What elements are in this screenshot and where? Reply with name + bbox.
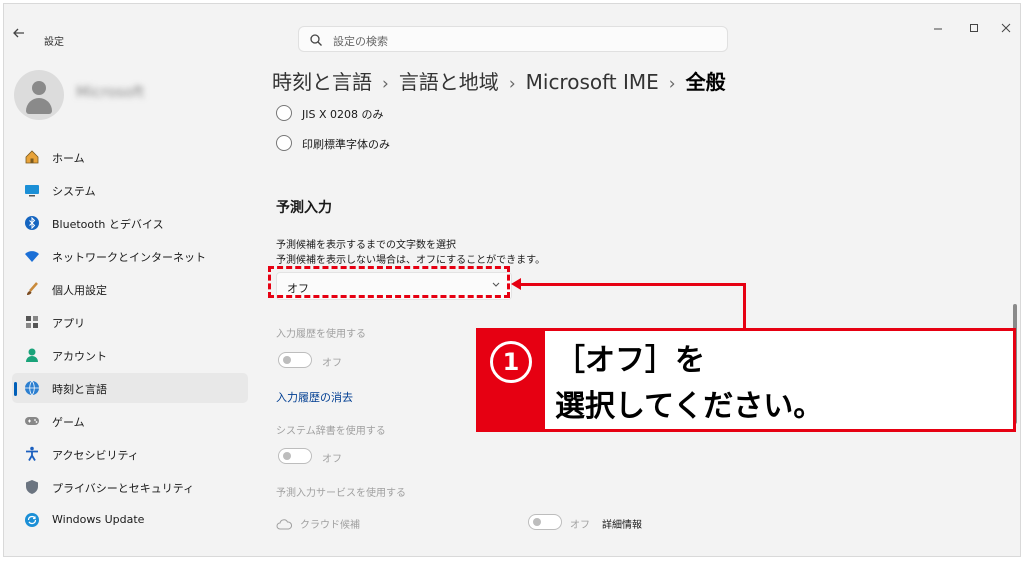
history-toggle-label: オフ [322,358,342,369]
sidebar-item-privacy[interactable]: プライバシーとセキュリティ [12,472,248,502]
title-bar: 設定 設定の検索 [4,4,1020,52]
minimize-icon [934,28,942,30]
brush-icon [24,281,40,297]
sidebar-item-gaming[interactable]: ゲーム [12,406,248,436]
prediction-description-sub: 予測候補を表示しない場合は、オフにすることができます。 [276,255,546,266]
sidebar-item-home[interactable]: ホーム [12,142,248,172]
breadcrumb-separator: › [382,74,389,94]
radio-label: 印刷標準字体のみ [302,138,390,151]
history-toggle[interactable] [278,352,312,368]
radio-button[interactable] [276,135,292,151]
search-placeholder: 設定の検索 [333,35,388,48]
history-label: 入力履歴を使用する [276,329,366,340]
prediction-service-label: 予測入力サービスを使用する [276,488,406,499]
sidebar-item-system[interactable]: システム [12,175,248,205]
system-dictionary-toggle-label: オフ [322,454,342,465]
search-icon [310,34,322,46]
sidebar-item-label: 個人用設定 [52,284,107,297]
back-button[interactable] [12,26,32,46]
avatar[interactable] [14,70,64,120]
avatar-body [26,98,52,114]
sidebar-item-label: プライバシーとセキュリティ [52,482,195,495]
cloud-icon [276,515,292,534]
toggle-knob [283,356,291,364]
sidebar-item-label: システム [52,185,96,198]
step-number: 1 [490,341,532,383]
instruction-line2: 選択してください。 [555,389,824,424]
step-number-box: 1 [479,331,545,429]
sidebar-item-label: ホーム [52,152,85,165]
search-box[interactable]: 設定の検索 [298,26,728,52]
maximize-icon [970,24,978,32]
wifi-icon [24,248,40,264]
update-icon [24,512,40,528]
highlight-box [268,266,510,298]
system-dictionary-label: システム辞書を使用する [276,426,386,437]
sidebar-item-bluetooth[interactable]: Bluetooth とデバイス [12,208,248,238]
app-title: 設定 [44,37,64,48]
toggle-knob [283,452,291,460]
maximize-button[interactable] [964,22,984,42]
breadcrumb-item[interactable]: Microsoft IME [526,70,659,94]
sidebar-item-label: Windows Update [52,513,145,526]
arrow-head-icon [511,278,521,290]
shield-icon [24,479,40,495]
breadcrumb-separator: › [508,74,516,94]
home-icon [24,149,40,165]
apps-icon [24,314,40,330]
callout-arrow-connector [743,283,746,329]
account-name: Microsoft [76,83,145,101]
avatar-head [32,81,46,95]
instruction-line1: ［オフ］を [555,343,705,378]
globe-clock-icon [24,380,40,396]
sidebar: Microsoft ホーム システム Bluetooth とデバイス ネットワー… [4,60,254,556]
person-icon [24,347,40,363]
sidebar-item-label: アプリ [52,317,85,330]
instruction-callout: 1 ［オフ］を 選択してください。 [476,328,1016,432]
sidebar-item-label: ゲーム [52,416,85,429]
callout-arrow-line [520,283,746,286]
active-indicator [14,382,17,396]
sidebar-item-label: 時刻と言語 [52,383,107,396]
sidebar-item-network[interactable]: ネットワークとインターネット [12,241,248,271]
cloud-candidates-label: クラウド候補 [300,520,360,531]
prediction-description: 予測候補を表示するまでの文字数を選択 [276,240,456,251]
toggle-knob [533,518,541,526]
breadcrumb-item[interactable]: 言語と地域 [399,70,499,94]
back-arrow-icon [13,28,24,38]
clear-history-link[interactable]: 入力履歴の消去 [276,389,353,405]
minimize-button[interactable] [928,22,948,42]
cloud-toggle-label: オフ [570,520,590,531]
close-icon [1001,23,1011,33]
sidebar-item-label: アクセシビリティ [52,449,139,462]
sidebar-item-accessibility[interactable]: アクセシビリティ [12,439,248,469]
radio-button[interactable] [276,105,292,121]
sidebar-item-time-language[interactable]: 時刻と言語 [12,373,248,403]
page-title: 全般 [685,70,726,94]
breadcrumb-separator: › [668,74,676,94]
sidebar-item-apps[interactable]: アプリ [12,307,248,337]
sidebar-item-accounts[interactable]: アカウント [12,340,248,370]
monitor-icon [24,182,40,198]
breadcrumb-item[interactable]: 時刻と言語 [272,70,372,94]
system-dictionary-toggle[interactable] [278,448,312,464]
gamepad-icon [24,413,40,429]
close-button[interactable] [996,22,1016,42]
sidebar-item-label: アカウント [52,350,107,363]
sidebar-item-personalization[interactable]: 個人用設定 [12,274,248,304]
sidebar-item-label: Bluetooth とデバイス [52,218,164,231]
details-link[interactable]: 詳細情報 [602,516,642,531]
accessibility-icon [24,446,40,462]
sidebar-item-label: ネットワークとインターネット [52,251,206,264]
sidebar-item-windows-update[interactable]: Windows Update [12,505,248,535]
breadcrumb: 時刻と言語 › 言語と地域 › Microsoft IME › 全般 [272,66,726,95]
radio-label: JIS X 0208 のみ [302,108,384,121]
section-title: 予測入力 [276,200,332,216]
bluetooth-icon [24,215,40,231]
cloud-toggle[interactable] [528,514,562,530]
